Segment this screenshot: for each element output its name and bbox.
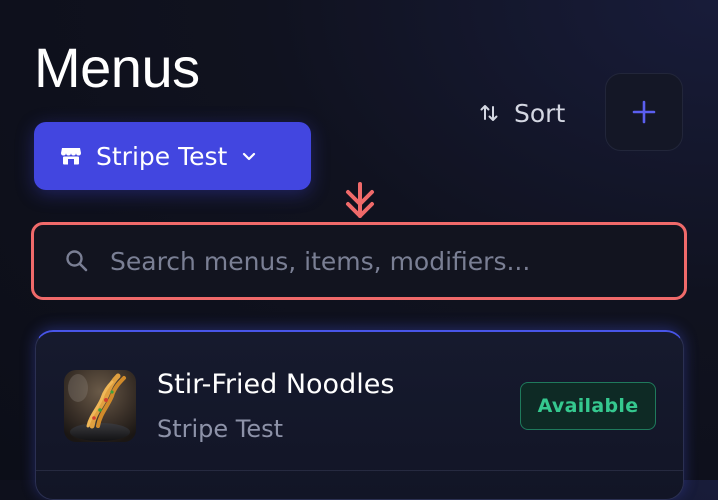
add-menu-button[interactable] bbox=[605, 73, 683, 151]
plus-icon bbox=[631, 99, 657, 125]
item-thumbnail bbox=[64, 370, 136, 442]
sort-label: Sort bbox=[514, 98, 566, 128]
item-name: Stir-Fried Noodles bbox=[157, 369, 395, 400]
chevron-down-icon bbox=[241, 148, 257, 164]
menu-item-card[interactable]: Stir-Fried Noodles Stripe Test Available bbox=[35, 330, 684, 500]
status-badge: Available bbox=[520, 382, 656, 430]
search-input[interactable] bbox=[110, 246, 684, 276]
store-selector-button[interactable]: Stripe Test bbox=[34, 122, 311, 190]
item-store-name: Stripe Test bbox=[157, 415, 284, 443]
arrow-down-annotation-icon bbox=[338, 180, 382, 224]
sort-icon bbox=[478, 102, 500, 124]
storefront-icon bbox=[60, 145, 82, 167]
store-selector-label: Stripe Test bbox=[96, 141, 228, 171]
search-field-container bbox=[31, 222, 687, 300]
sort-button[interactable]: Sort bbox=[478, 90, 565, 136]
search-icon bbox=[64, 248, 90, 274]
page-title: Menus bbox=[34, 36, 200, 99]
card-divider bbox=[36, 470, 683, 471]
